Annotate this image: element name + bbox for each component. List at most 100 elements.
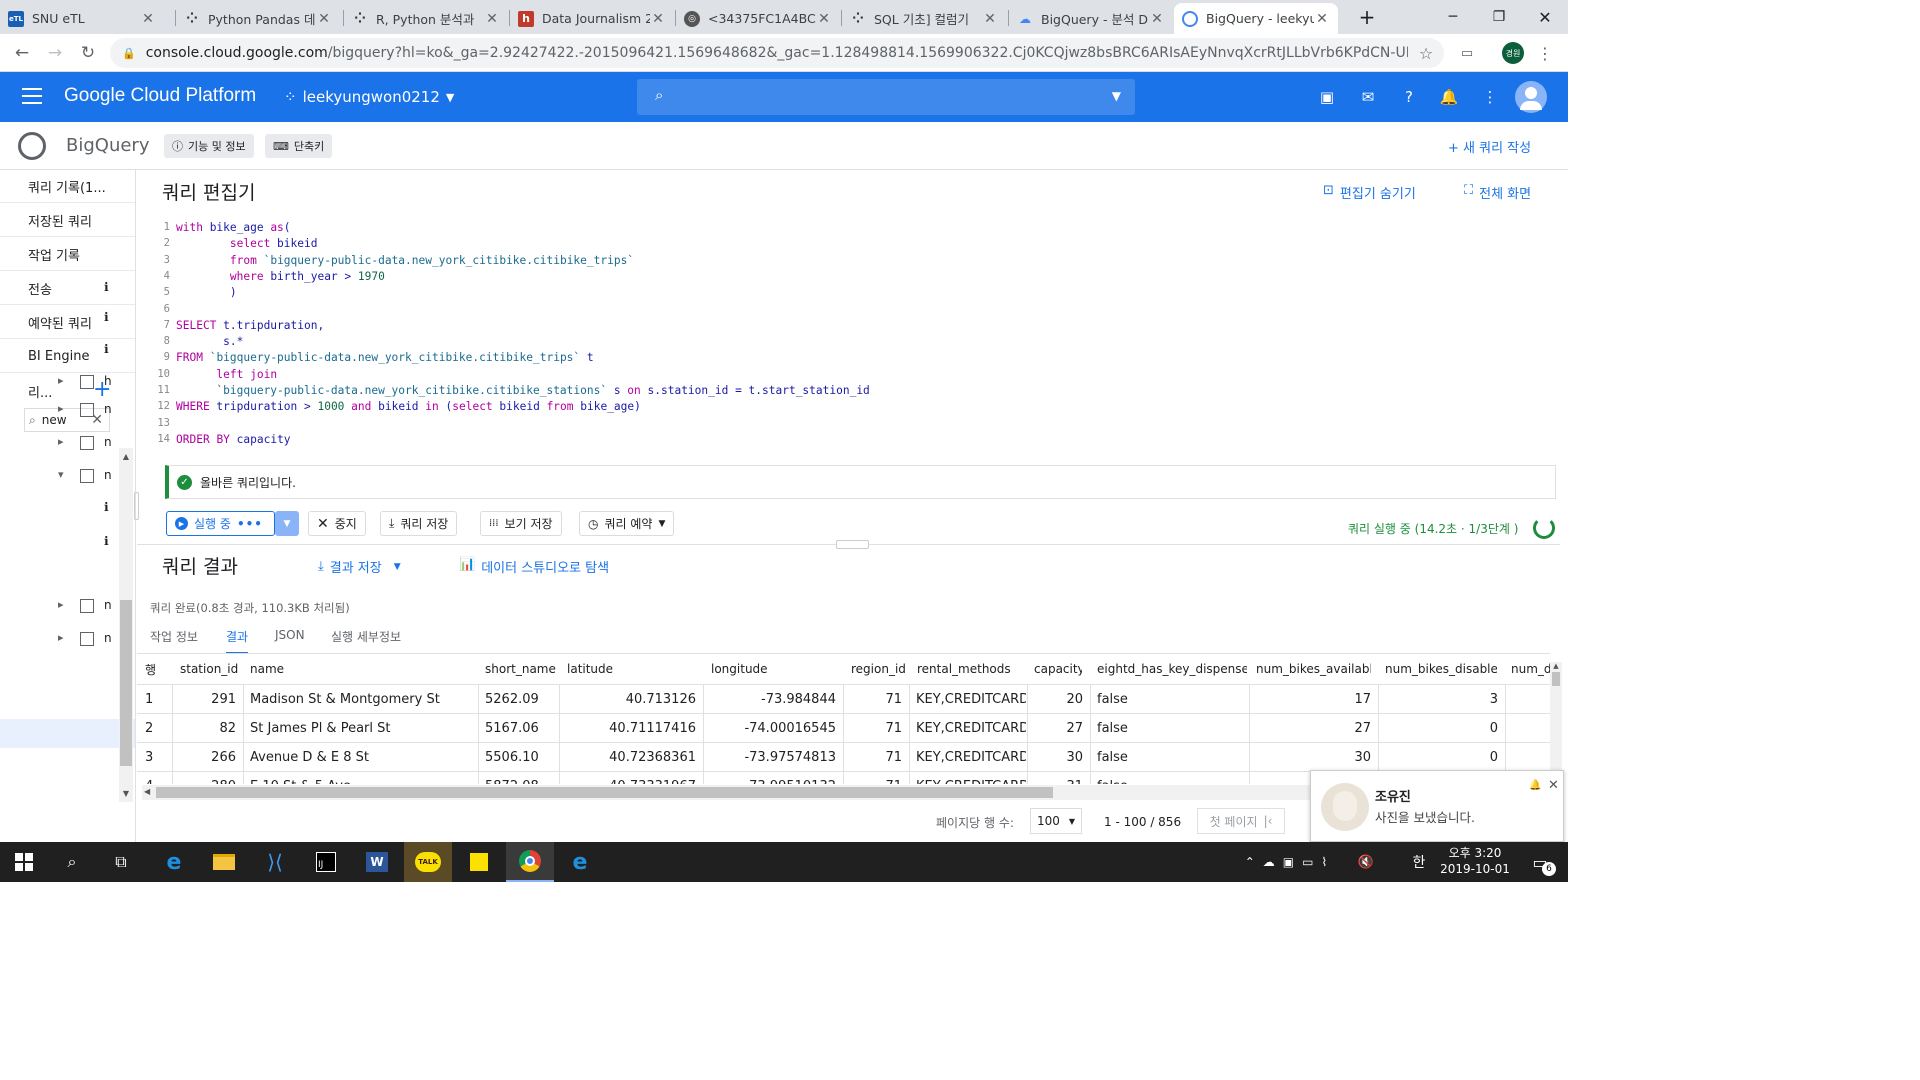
collapse-arrow-icon[interactable]: ▸ <box>58 631 64 644</box>
notifications-bell-icon[interactable]: 🔔 <box>1439 87 1459 107</box>
results-tab[interactable]: 결과 <box>226 628 249 654</box>
internet-explorer-icon[interactable]: e <box>150 842 198 882</box>
run-options-dropdown[interactable]: ▼ <box>275 511 299 536</box>
sticky-notes-icon[interactable] <box>455 842 503 882</box>
edge-icon[interactable]: e <box>556 842 604 882</box>
nav-item[interactable]: 작업 기록 <box>0 238 135 271</box>
profile-avatar[interactable]: 경원 <box>1502 42 1524 64</box>
column-header[interactable]: longitude <box>711 658 839 680</box>
resource-tree-row[interactable]: ▾ n <box>0 466 118 486</box>
clock[interactable]: 오후 3:20 2019-10-01 <box>1440 845 1510 877</box>
resource-tree-row[interactable]: ℹ <box>0 498 118 518</box>
first-page-button[interactable]: 첫 페이지 |‹ <box>1197 808 1285 834</box>
expand-arrow-icon[interactable]: ▾ <box>58 468 64 481</box>
search-dropdown-icon[interactable]: ▼ <box>1112 89 1121 103</box>
forward-icon[interactable]: → <box>42 41 68 65</box>
resource-tree-row[interactable]: ℹ <box>0 532 118 552</box>
save-view-button[interactable]: ⁞⁞⁞ 보기 저장 <box>480 511 562 536</box>
bell-icon[interactable]: 🔔 <box>1529 780 1541 791</box>
table-vertical-scrollbar[interactable]: ▲ <box>1550 662 1562 782</box>
word-icon[interactable]: W <box>353 842 401 882</box>
column-header[interactable]: station_id <box>180 658 238 680</box>
browser-tab[interactable]: BigQuery - leekyu ✕ <box>1174 3 1338 34</box>
results-tab[interactable]: JSON <box>275 628 305 649</box>
notification-popup[interactable]: 조유진 사진을 보냈습니다. 🔔 ✕ <box>1310 770 1564 842</box>
column-header[interactable]: latitude <box>567 658 697 680</box>
tab-close-icon[interactable]: ✕ <box>650 11 666 27</box>
column-header[interactable]: 행 <box>145 658 175 680</box>
resource-tree-row[interactable]: ▸ n <box>0 629 118 649</box>
tab-close-icon[interactable]: ✕ <box>816 11 832 27</box>
column-header[interactable]: short_name <box>485 658 565 680</box>
close-notification-icon[interactable]: ✕ <box>1548 778 1559 793</box>
column-header[interactable]: eightd_has_key_dispenser <box>1097 658 1247 680</box>
action-center-icon[interactable]: ▭ 6 <box>1518 842 1562 882</box>
resource-tree-row[interactable]: ▸ n <box>0 596 118 616</box>
browser-tab[interactable]: ⁘ R, Python 분석과 ✕ <box>344 3 508 34</box>
hide-editor-button[interactable]: ⊡ 편집기 숨기기 <box>1323 183 1416 202</box>
vscode-icon[interactable]: ⟩⟨ <box>251 842 299 882</box>
nav-item[interactable]: 저장된 쿼리 <box>0 204 135 237</box>
browser-tab[interactable]: ◎ <34375FC1A4BCA ✕ <box>676 3 840 34</box>
windows-start-icon[interactable] <box>0 842 48 882</box>
fullscreen-button[interactable]: ⛶ 전체 화면 <box>1464 183 1531 202</box>
more-vert-icon[interactable]: ⋮ <box>1480 87 1500 107</box>
explore-data-studio-button[interactable]: 📊 데이터 스튜디오로 탐색 <box>459 557 609 576</box>
resource-tree-row[interactable]: ℹ <box>0 278 118 298</box>
column-header[interactable]: rental_methods <box>917 658 1027 680</box>
collapse-arrow-icon[interactable]: ▸ <box>58 374 64 387</box>
close-window-button[interactable]: ✕ <box>1522 0 1568 34</box>
nav-item[interactable]: 쿼리 기록(1... <box>0 170 135 203</box>
bookmark-star-icon[interactable]: ☆ <box>1408 44 1444 63</box>
collapse-arrow-icon[interactable]: ▸ <box>58 435 64 448</box>
file-explorer-icon[interactable] <box>200 842 248 882</box>
column-header[interactable]: num_bikes_disabled <box>1385 658 1497 680</box>
resource-tree-row[interactable]: ▸ h <box>0 372 118 392</box>
kakaotalk-icon[interactable]: TALK <box>404 842 452 882</box>
cloud-shell-icon[interactable]: ▣ <box>1317 87 1337 107</box>
intellij-icon[interactable]: IJ <box>302 842 350 882</box>
stop-button[interactable]: ✕ 중지 <box>308 511 366 536</box>
chrome-icon[interactable] <box>506 842 554 882</box>
account-avatar[interactable] <box>1515 81 1547 113</box>
tab-close-icon[interactable]: ✕ <box>316 11 332 27</box>
compose-new-query-button[interactable]: + 새 쿼리 작성 <box>1448 137 1531 156</box>
sql-editor[interactable]: 1 with bike_age as(2 select bikeid 3 from … <box>140 214 1560 454</box>
new-tab-button[interactable]: + <box>1344 0 1390 34</box>
cast-icon[interactable]: ▭ <box>1454 41 1480 65</box>
help-icon[interactable]: ? <box>1399 87 1419 107</box>
run-query-button[interactable]: ▶ 실행 중 ••• <box>166 511 275 536</box>
feedback-icon[interactable]: ✉ <box>1358 87 1378 107</box>
column-header[interactable]: num_bikes_available <box>1256 658 1371 680</box>
resource-tree-row[interactable]: ▸ n <box>0 433 118 453</box>
collapse-arrow-icon[interactable]: ▸ <box>58 402 64 415</box>
project-selector[interactable]: ⁘ leekyungwon0212 ▼ <box>284 88 454 106</box>
gcp-title[interactable]: Google Cloud Platform <box>64 85 256 107</box>
save-query-button[interactable]: ⤓ 쿼리 저장 <box>380 511 458 536</box>
browser-tab[interactable]: ☁ BigQuery - 분석 D ✕ <box>1009 3 1173 34</box>
gcp-search-input[interactable]: ⌕ ▼ <box>637 79 1135 115</box>
results-tab[interactable]: 작업 정보 <box>150 628 198 652</box>
resource-tree-row[interactable]: ℹ <box>0 308 118 328</box>
shortcuts-button[interactable]: ⌨ 단축키 <box>265 134 333 158</box>
minimize-button[interactable]: ─ <box>1430 0 1476 34</box>
column-header[interactable]: num_d <box>1511 658 1550 680</box>
resource-tree-row[interactable]: ℹ <box>0 340 118 360</box>
volume-icon[interactable]: 🔇 <box>1350 842 1382 882</box>
save-results-button[interactable]: ⤓ 결과 저장 ▼ <box>318 557 401 576</box>
tab-close-icon[interactable]: ✕ <box>1149 11 1165 27</box>
task-view-icon[interactable]: ⧉ <box>97 842 145 882</box>
browser-tab[interactable]: ⁘ SQL 기초] 컬럼기 ✕ <box>842 3 1006 34</box>
ime-indicator[interactable]: 한 <box>1404 842 1434 882</box>
system-tray-icons[interactable]: ⌃☁▣▭⌇ <box>1230 842 1350 882</box>
browser-tab[interactable]: ⁘ Python Pandas 데 ✕ <box>176 3 340 34</box>
results-tab[interactable]: 실행 세부정보 <box>331 628 401 652</box>
rows-per-page-select[interactable]: 100 ▼ <box>1030 808 1082 834</box>
maximize-button[interactable]: ❐ <box>1476 0 1522 34</box>
url-input[interactable]: 🔒 console.cloud.google.com /bigquery?hl=… <box>110 38 1444 68</box>
features-info-button[interactable]: ⓘ 기능 및 정보 <box>164 134 254 158</box>
resource-tree-row[interactable]: ▸ n <box>0 400 118 420</box>
reload-icon[interactable]: ↻ <box>75 41 101 65</box>
tab-close-icon[interactable]: ✕ <box>982 11 998 27</box>
taskbar-search-icon[interactable]: ⌕ <box>48 842 96 882</box>
